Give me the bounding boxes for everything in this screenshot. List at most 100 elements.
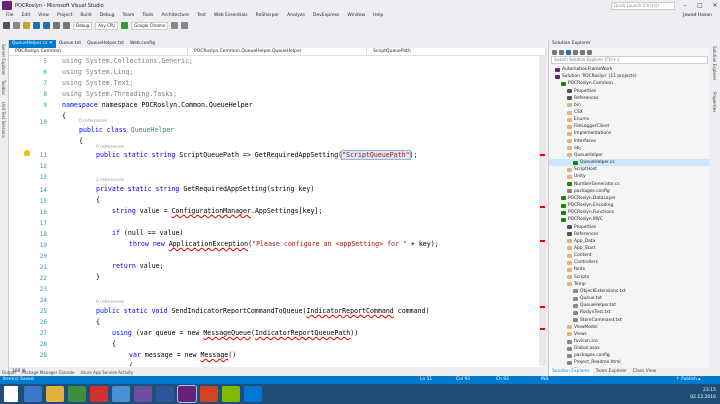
properties-icon[interactable] (587, 49, 592, 55)
app-icon[interactable] (134, 386, 152, 402)
app-icon[interactable] (244, 386, 262, 402)
menu-team[interactable]: Team (118, 13, 138, 18)
menu-tools[interactable]: Tools (138, 13, 157, 18)
tree-item[interactable]: fonts (549, 266, 711, 273)
tree-item[interactable]: Project_Readme.html (549, 359, 711, 366)
quick-launch-input[interactable]: Quick Launch (Ctrl+Q) (611, 1, 675, 10)
code-lens-references[interactable]: 0 references (96, 145, 124, 150)
properties-side-tab[interactable]: Properties (712, 92, 717, 112)
platform-dropdown[interactable]: Any CPU (95, 21, 119, 30)
member-dropdown[interactable]: ScriptQueuePath (367, 48, 546, 55)
tree-item[interactable]: POCRoslyn.Encoding (549, 202, 711, 209)
redo-icon[interactable] (63, 22, 70, 29)
tree-item[interactable]: POCRoslyn.MVC (549, 216, 711, 223)
code-lens-references[interactable]: 0 references (79, 119, 107, 124)
tree-item[interactable]: Content (549, 252, 711, 259)
tab-queuehelper-txt[interactable]: QueueHelper.txt (84, 40, 127, 48)
tree-item[interactable]: QueueHelper.txt (549, 302, 711, 309)
start-icon[interactable] (4, 386, 18, 402)
solution-search-input[interactable]: Search Solution Explorer (Ctrl+;) (551, 56, 708, 64)
tree-item[interactable]: RoslynTest.txt (549, 309, 711, 316)
tree-item[interactable]: App_Start (549, 245, 711, 252)
back-icon[interactable] (3, 22, 10, 29)
configuration-dropdown[interactable]: Debug (73, 21, 93, 30)
tree-item[interactable]: Temp (549, 281, 711, 288)
system-clock[interactable]: 23:15 02.12.2016 (690, 387, 716, 401)
save-icon[interactable] (33, 22, 40, 29)
maximize-button[interactable]: □ (695, 2, 705, 9)
outlook-icon[interactable] (90, 386, 108, 402)
tree-item[interactable]: Views (549, 331, 711, 338)
tree-item[interactable]: favicon.ico (549, 338, 711, 345)
tree-item[interactable]: References (549, 231, 711, 238)
powerpoint-icon[interactable] (200, 386, 218, 402)
tree-item[interactable]: Global.asax (549, 345, 711, 352)
start-debugging-icon[interactable] (121, 22, 129, 29)
visual-studio-taskbar-icon[interactable] (177, 385, 197, 403)
menu-edit[interactable]: Edit (18, 13, 35, 18)
save-all-icon[interactable] (43, 22, 50, 29)
file-explorer-icon[interactable] (46, 386, 64, 402)
tree-item[interactable]: QueueHelper.cs (549, 159, 711, 167)
forward-icon[interactable] (13, 22, 20, 29)
tree-item[interactable]: packages.config (549, 188, 711, 195)
tree-item[interactable]: CSX (549, 109, 711, 116)
menu-devexpress[interactable]: DevExpress (309, 13, 343, 18)
store-icon[interactable] (68, 386, 86, 402)
undo-icon[interactable] (53, 22, 60, 29)
solution-explorer-side-tab[interactable]: Solution Explorer (712, 46, 717, 80)
tree-item[interactable]: Properties (549, 87, 711, 94)
tree-item[interactable]: POCRoslyn.DataLayer (549, 195, 711, 202)
toolbox-tab[interactable]: Toolbox (1, 80, 6, 95)
code-lens-references[interactable]: 2 references (96, 178, 124, 183)
tree-item[interactable]: FileLoggerClient (549, 123, 711, 130)
tree-item[interactable]: POCRoslyn.Common (549, 80, 711, 87)
menu-file[interactable]: File (2, 13, 18, 18)
tree-item[interactable]: NumberGenerator.cs (549, 181, 711, 188)
tree-item[interactable]: obj (549, 145, 711, 152)
internet-explorer-icon[interactable] (24, 386, 42, 402)
project-dropdown[interactable]: POCRoslyn.Common (9, 48, 188, 55)
code-lens-references[interactable]: 0 references (96, 300, 124, 305)
tree-item[interactable]: packages.config (549, 352, 711, 359)
menu-resharper[interactable]: ReSharper (252, 13, 283, 18)
vertical-scrollbar[interactable] (539, 56, 546, 366)
sync-icon[interactable] (573, 49, 578, 55)
publish-button[interactable]: ↑ Publish ▴ (676, 377, 700, 382)
tree-item[interactable]: Solution 'POCRoslyn' (11 projects) (549, 73, 711, 80)
menu-build[interactable]: Build (76, 13, 95, 18)
tree-item[interactable]: Properties (549, 223, 711, 230)
tab-queuehelper-cs[interactable]: QueueHelper.cs ✕ (9, 40, 56, 48)
menu-project[interactable]: Project (53, 13, 76, 18)
menu-window[interactable]: Window (343, 13, 369, 18)
unit-test-sessions-tab[interactable]: Unit Test Sessions (1, 102, 6, 138)
server-explorer-tab[interactable]: Server Explorer (1, 44, 6, 75)
tree-item[interactable]: StoreCommand.txt (549, 316, 711, 323)
tree-item[interactable]: ScriptHost (549, 166, 711, 173)
tab-solution-explorer[interactable]: Solution Explorer (549, 368, 593, 376)
close-button[interactable]: ✕ (710, 2, 720, 9)
tree-item[interactable]: Enums (549, 116, 711, 123)
menu-debug[interactable]: Debug (96, 13, 119, 18)
tree-item[interactable]: ViewModel (549, 324, 711, 331)
tree-item[interactable]: Scripts (549, 274, 711, 281)
tab-queue-txt[interactable]: Queue.txt (56, 40, 84, 48)
word-icon[interactable] (156, 386, 174, 402)
app-icon[interactable] (222, 386, 240, 402)
tree-item[interactable]: Unity (549, 173, 711, 180)
tree-item[interactable]: ObjectExtensions.txt (549, 288, 711, 295)
tree-item[interactable]: AutomationFrameWork (549, 66, 711, 73)
tree-item[interactable]: Implementations (549, 130, 711, 137)
user-name[interactable]: Jawad Hasan (683, 13, 712, 18)
tree-item[interactable]: Controllers (549, 259, 711, 266)
home-icon[interactable] (566, 49, 571, 55)
tree-item[interactable]: Interfaces (549, 138, 711, 145)
browser-dropdown[interactable]: Google Chrome (131, 21, 169, 30)
menu-analyze[interactable]: Analyze (283, 13, 309, 18)
code-area[interactable]: 5 6 7 8 9 10 11 12 13 14 15 16 17 18 19 … (9, 56, 539, 366)
tree-item[interactable]: bin (549, 102, 711, 109)
open-folder-icon[interactable] (23, 22, 30, 29)
type-dropdown[interactable]: POCRoslyn.Common.QueueHelper.QueueHelper (188, 48, 367, 55)
forward-icon[interactable] (559, 49, 564, 55)
back-icon[interactable] (552, 49, 557, 55)
